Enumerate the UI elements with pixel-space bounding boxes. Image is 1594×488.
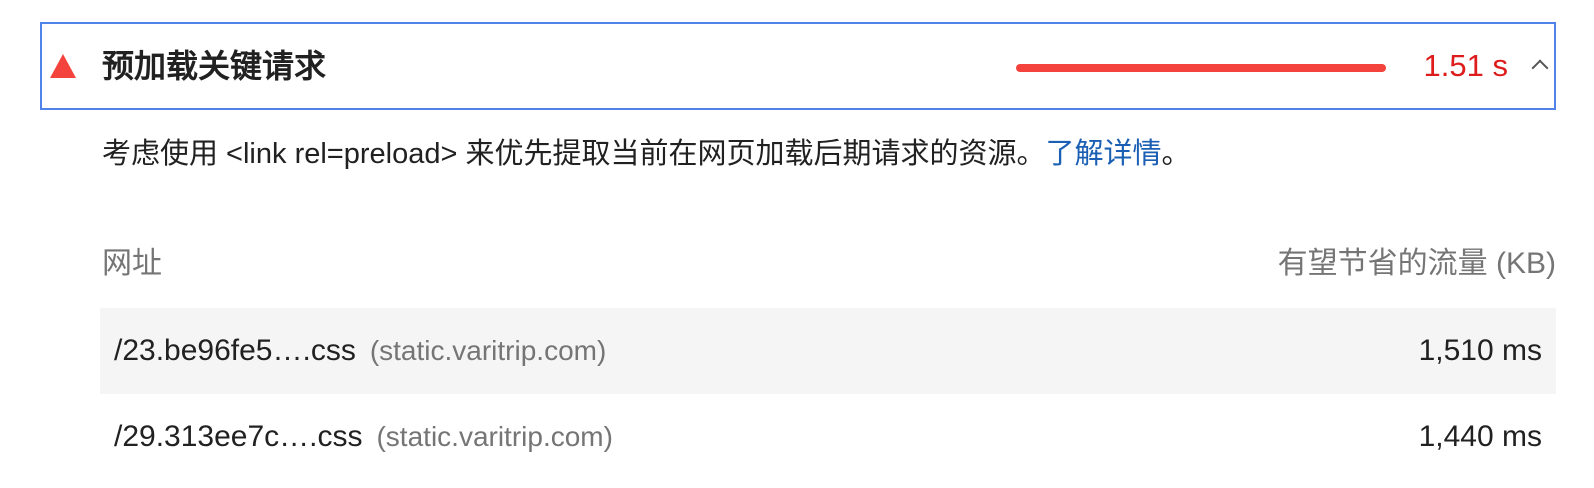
row-value: 1,440 ms <box>1418 420 1542 453</box>
metric-value: 1.51 s <box>1423 48 1508 83</box>
table-row: /29.313ee7c….css (static.varitrip.com) 1,… <box>100 394 1556 480</box>
row-url[interactable]: /29.313ee7c….css (static.varitrip.com) <box>114 417 613 457</box>
column-header-savings: 有望节省的流量 (KB) <box>1277 247 1556 280</box>
row-url[interactable]: /23.be96fe5….css (static.varitrip.com) <box>114 331 606 371</box>
description-text: 考虑使用 <link rel=preload> 来优先提取当前在网页加载后期请求… <box>102 138 1046 170</box>
row-url-host: (static.varitrip.com) <box>369 335 607 366</box>
audit-description: 考虑使用 <link rel=preload> 来优先提取当前在网页加载后期请求… <box>102 134 1191 174</box>
warning-triangle-icon <box>50 54 76 78</box>
chevron-up-icon[interactable] <box>1531 59 1549 77</box>
description-trailing: 。 <box>1161 138 1191 170</box>
table-row: /23.be96fe5….css (static.varitrip.com) 1,… <box>100 308 1556 394</box>
learn-more-link[interactable]: 了解详情 <box>1045 138 1161 170</box>
audit-header[interactable]: 预加载关键请求 1.51 s <box>40 22 1556 110</box>
metric-bar <box>1016 64 1386 72</box>
row-url-host: (static.varitrip.com) <box>376 421 613 452</box>
row-url-path: /23.be96fe5….css <box>114 334 356 367</box>
column-header-url: 网址 <box>102 247 162 280</box>
row-value: 1,510 ms <box>1418 334 1542 367</box>
row-url-path: /29.313ee7c….css <box>114 420 363 453</box>
audit-title: 预加载关键请求 <box>102 48 327 84</box>
